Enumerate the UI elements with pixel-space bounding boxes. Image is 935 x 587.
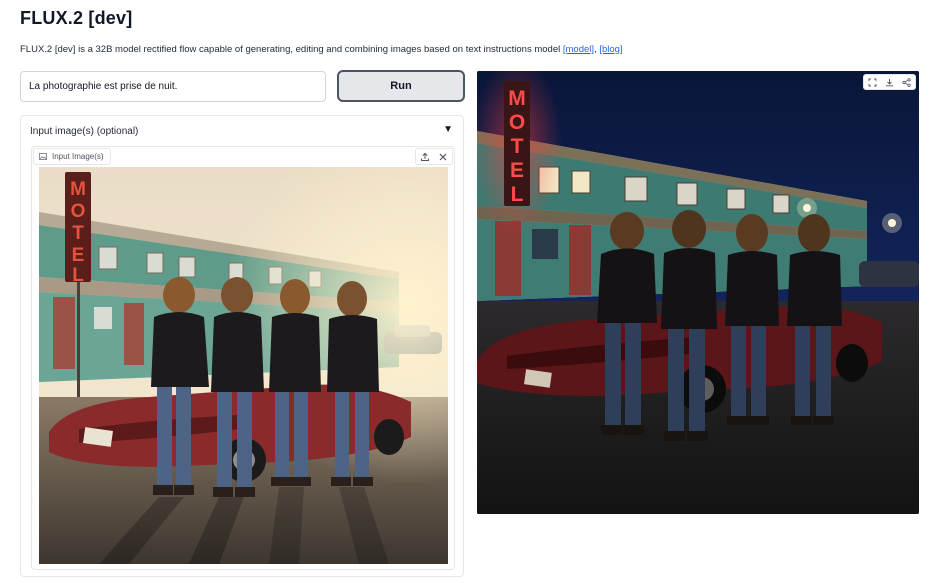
motel-sign-letter: E bbox=[72, 245, 85, 266]
image-icon bbox=[39, 153, 47, 160]
neon-sign-letter: M bbox=[508, 87, 526, 110]
input-image-upload: Input Image(s) M O T E L bbox=[31, 146, 455, 570]
accordion-toggle-icon[interactable]: ▼ bbox=[443, 124, 453, 135]
output-actions bbox=[863, 74, 916, 90]
motel-sign-letter: O bbox=[71, 201, 86, 222]
motel-photo-night: M O T E L bbox=[477, 71, 919, 514]
model-link[interactable]: [model] bbox=[563, 44, 594, 55]
description-text: FLUX.2 [dev] is a 32B model rectified fl… bbox=[20, 44, 563, 55]
input-images-accordion: Input image(s) (optional) ▼ Input Image(… bbox=[20, 115, 464, 577]
motel-photo-day: M O T E L bbox=[39, 167, 448, 564]
fullscreen-icon[interactable] bbox=[864, 75, 881, 89]
neon-sign-letter: T bbox=[511, 135, 524, 158]
page-title: FLUX.2 [dev] bbox=[20, 8, 133, 28]
download-icon[interactable] bbox=[881, 75, 898, 89]
neon-sign-letter: E bbox=[510, 159, 524, 182]
upload-label-tag: Input Image(s) bbox=[33, 148, 111, 165]
motel-sign-letter: T bbox=[72, 223, 84, 244]
upload-icon[interactable] bbox=[416, 149, 434, 164]
close-icon[interactable] bbox=[434, 149, 452, 164]
upload-label: Input Image(s) bbox=[52, 152, 104, 161]
upload-actions bbox=[415, 148, 453, 165]
accordion-label: Input image(s) (optional) bbox=[30, 126, 139, 137]
neon-sign-letter: O bbox=[509, 111, 525, 134]
neon-sign-letter: L bbox=[511, 183, 524, 206]
share-icon[interactable] bbox=[898, 75, 915, 89]
accordion-header[interactable]: Input image(s) (optional) ▼ bbox=[21, 116, 463, 146]
motel-sign-letter: M bbox=[70, 179, 86, 200]
input-image-preview: M O T E L bbox=[39, 167, 448, 564]
output-image: M O T E L bbox=[477, 71, 919, 514]
run-button[interactable]: Run bbox=[337, 70, 465, 102]
prompt-input[interactable] bbox=[20, 71, 326, 102]
blog-link[interactable]: [blog] bbox=[599, 44, 622, 55]
page-description: FLUX.2 [dev] is a 32B model rectified fl… bbox=[20, 44, 623, 55]
